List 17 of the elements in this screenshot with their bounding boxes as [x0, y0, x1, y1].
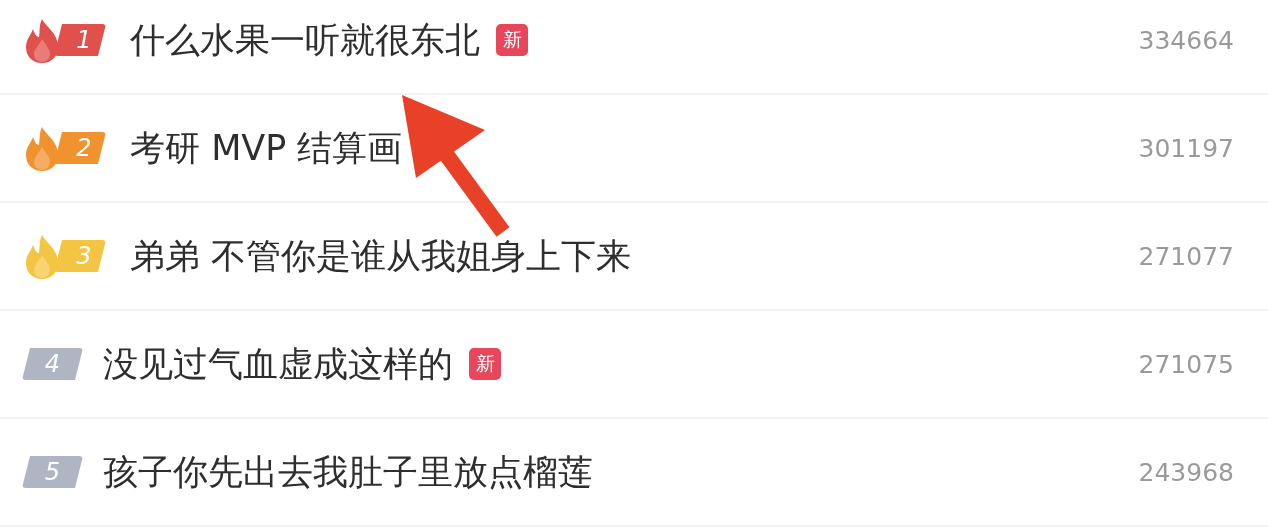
topic-link[interactable]: 孩子你先出去我肚子里放点榴莲 — [103, 448, 593, 496]
heat-count: 271075 — [1138, 349, 1234, 379]
rank-tag: 4 — [22, 348, 83, 380]
rank-tag: 2 — [54, 132, 106, 164]
rank-tag: 5 — [22, 456, 83, 488]
topic-link[interactable]: 考研 MVP 结算画 — [130, 124, 403, 172]
rank-tag: 3 — [54, 240, 106, 272]
heat-count: 271077 — [1138, 241, 1234, 271]
heat-count: 243968 — [1138, 457, 1234, 487]
rank-tag: 1 — [54, 24, 106, 56]
new-badge: 新 — [496, 24, 528, 56]
new-badge: 新 — [469, 348, 501, 380]
topic-link[interactable]: 什么水果一听就很东北 — [130, 16, 480, 64]
heat-count: 301197 — [1138, 133, 1234, 163]
topic-link[interactable]: 没见过气血虚成这样的 — [103, 340, 453, 388]
topic-link[interactable]: 弟弟 不管你是谁从我姐身上下来 — [130, 232, 632, 280]
heat-count: 334664 — [1138, 25, 1234, 55]
